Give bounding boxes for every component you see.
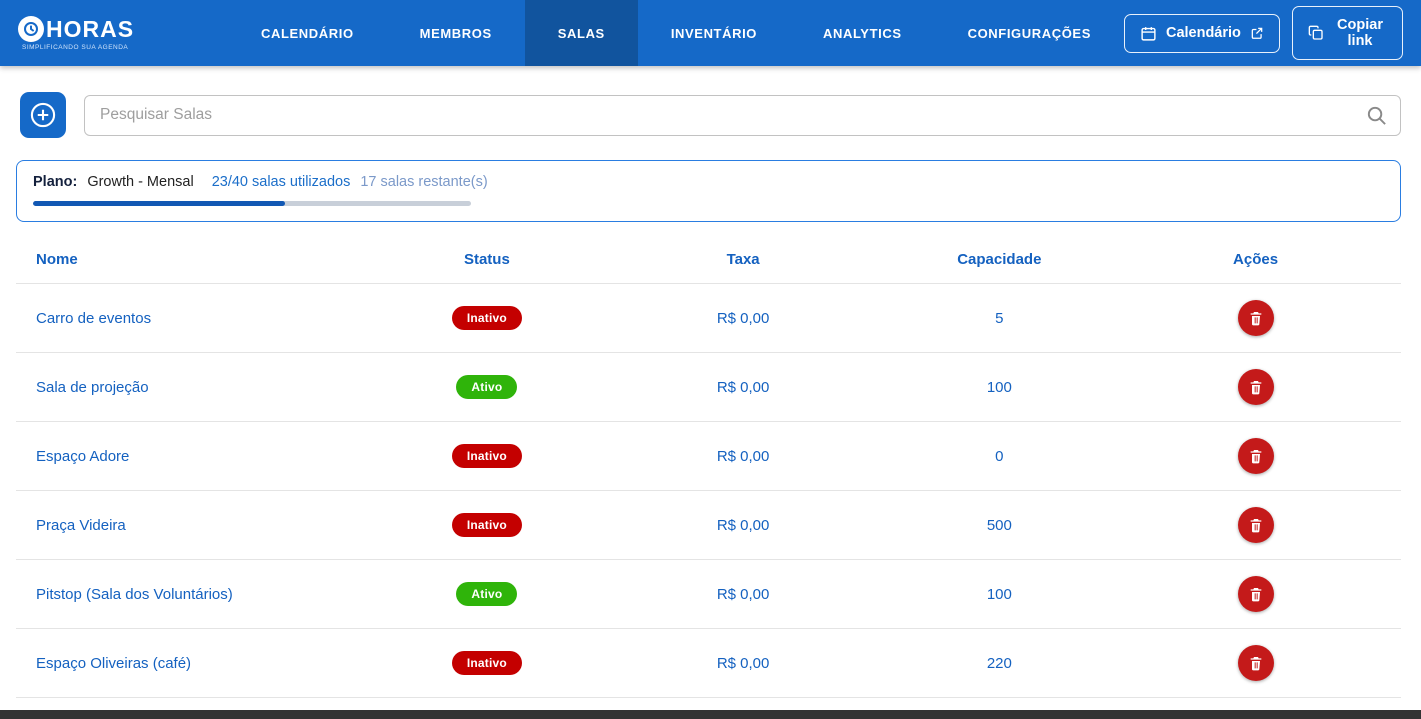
room-capacity: 5: [889, 310, 1111, 327]
plan-rooms-used: 23/40 salas utilizados: [212, 174, 351, 190]
room-fee: R$ 0,00: [598, 655, 889, 672]
nav-item-membros[interactable]: MEMBROS: [387, 0, 525, 66]
column-header-nome: Nome: [16, 251, 376, 268]
room-fee: R$ 0,00: [598, 310, 889, 327]
delete-room-button[interactable]: [1238, 576, 1274, 612]
room-capacity: 0: [889, 448, 1111, 465]
room-fee: R$ 0,00: [598, 379, 889, 396]
copy-link-button[interactable]: Copiar link: [1292, 6, 1403, 60]
rooms-table: Nome Status Taxa Capacidade Ações Carro …: [16, 236, 1401, 698]
room-capacity: 100: [889, 586, 1111, 603]
room-name[interactable]: Pitstop (Sala dos Voluntários): [16, 586, 376, 603]
plan-progress-fill: [33, 201, 285, 206]
room-name[interactable]: Espaço Oliveiras (café): [16, 655, 376, 672]
nav-item-salas[interactable]: SALAS: [525, 0, 638, 66]
room-name[interactable]: Carro de eventos: [16, 310, 376, 327]
table-header-row: Nome Status Taxa Capacidade Ações: [16, 236, 1401, 284]
delete-room-button[interactable]: [1238, 300, 1274, 336]
room-fee: R$ 0,00: [598, 586, 889, 603]
delete-room-button[interactable]: [1238, 369, 1274, 405]
clock-logo-icon: [18, 16, 44, 42]
status-badge: Ativo: [456, 375, 517, 399]
status-badge: Inativo: [452, 306, 522, 330]
room-name[interactable]: Praça Videira: [16, 517, 376, 534]
column-header-capacidade: Capacidade: [889, 251, 1111, 268]
room-fee: R$ 0,00: [598, 448, 889, 465]
status-badge: Inativo: [452, 444, 522, 468]
status-badge: Ativo: [456, 582, 517, 606]
table-row: Praça Videira Inativo R$ 0,00 500: [16, 491, 1401, 560]
nav-item-inventario[interactable]: INVENTÁRIO: [638, 0, 790, 66]
status-badge: Inativo: [452, 651, 522, 675]
window-bottom-edge: [0, 710, 1421, 719]
room-name[interactable]: Espaço Adore: [16, 448, 376, 465]
copy-link-button-label: Copiar link: [1333, 17, 1387, 49]
table-row: Carro de eventos Inativo R$ 0,00 5: [16, 284, 1401, 353]
column-header-taxa: Taxa: [598, 251, 889, 268]
brand-tagline: SIMPLIFICANDO SUA AGENDA: [18, 44, 168, 51]
top-navbar: HORAS SIMPLIFICANDO SUA AGENDA CALENDÁRI…: [0, 0, 1421, 66]
column-header-acoes: Ações: [1110, 251, 1401, 268]
external-link-icon: [1250, 26, 1264, 40]
header-actions: Calendário Copiar link: [1124, 6, 1421, 60]
room-capacity: 220: [889, 655, 1111, 672]
nav-item-configuracoes[interactable]: CONFIGURAÇÕES: [935, 0, 1124, 66]
room-capacity: 500: [889, 517, 1111, 534]
salas-toolbar: [0, 66, 1421, 138]
search-container: [84, 95, 1401, 136]
calendar-icon: [1140, 25, 1157, 42]
plan-rooms-remaining: 17 salas restante(s): [360, 174, 487, 190]
nav-item-analytics[interactable]: ANALYTICS: [790, 0, 935, 66]
main-nav: CALENDÁRIO MEMBROS SALAS INVENTÁRIO ANAL…: [228, 0, 1124, 66]
calendar-button[interactable]: Calendário: [1124, 14, 1280, 53]
delete-room-button[interactable]: [1238, 438, 1274, 474]
status-badge: Inativo: [452, 513, 522, 537]
brand-logo[interactable]: HORAS SIMPLIFICANDO SUA AGENDA: [18, 16, 168, 51]
nav-item-calendario[interactable]: CALENDÁRIO: [228, 0, 387, 66]
table-row: Pitstop (Sala dos Voluntários) Ativo R$ …: [16, 560, 1401, 629]
table-row: Espaço Oliveiras (café) Inativo R$ 0,00 …: [16, 629, 1401, 698]
plan-name: Growth - Mensal: [87, 174, 193, 190]
delete-room-button[interactable]: [1238, 645, 1274, 681]
table-row: Sala de projeção Ativo R$ 0,00 100: [16, 353, 1401, 422]
delete-room-button[interactable]: [1238, 507, 1274, 543]
search-icon: [1365, 104, 1388, 132]
table-row: Espaço Adore Inativo R$ 0,00 0: [16, 422, 1401, 491]
plan-label: Plano:: [33, 174, 77, 190]
column-header-status: Status: [376, 251, 598, 268]
plan-card: Plano: Growth - Mensal 23/40 salas utili…: [16, 160, 1401, 222]
room-fee: R$ 0,00: [598, 517, 889, 534]
brand-name: HORAS: [46, 16, 134, 43]
calendar-button-label: Calendário: [1166, 25, 1241, 41]
room-name[interactable]: Sala de projeção: [16, 379, 376, 396]
plan-progress-track: [33, 201, 471, 206]
search-input[interactable]: [84, 95, 1401, 136]
copy-icon: [1308, 25, 1324, 41]
add-room-button[interactable]: [20, 92, 66, 138]
room-capacity: 100: [889, 379, 1111, 396]
